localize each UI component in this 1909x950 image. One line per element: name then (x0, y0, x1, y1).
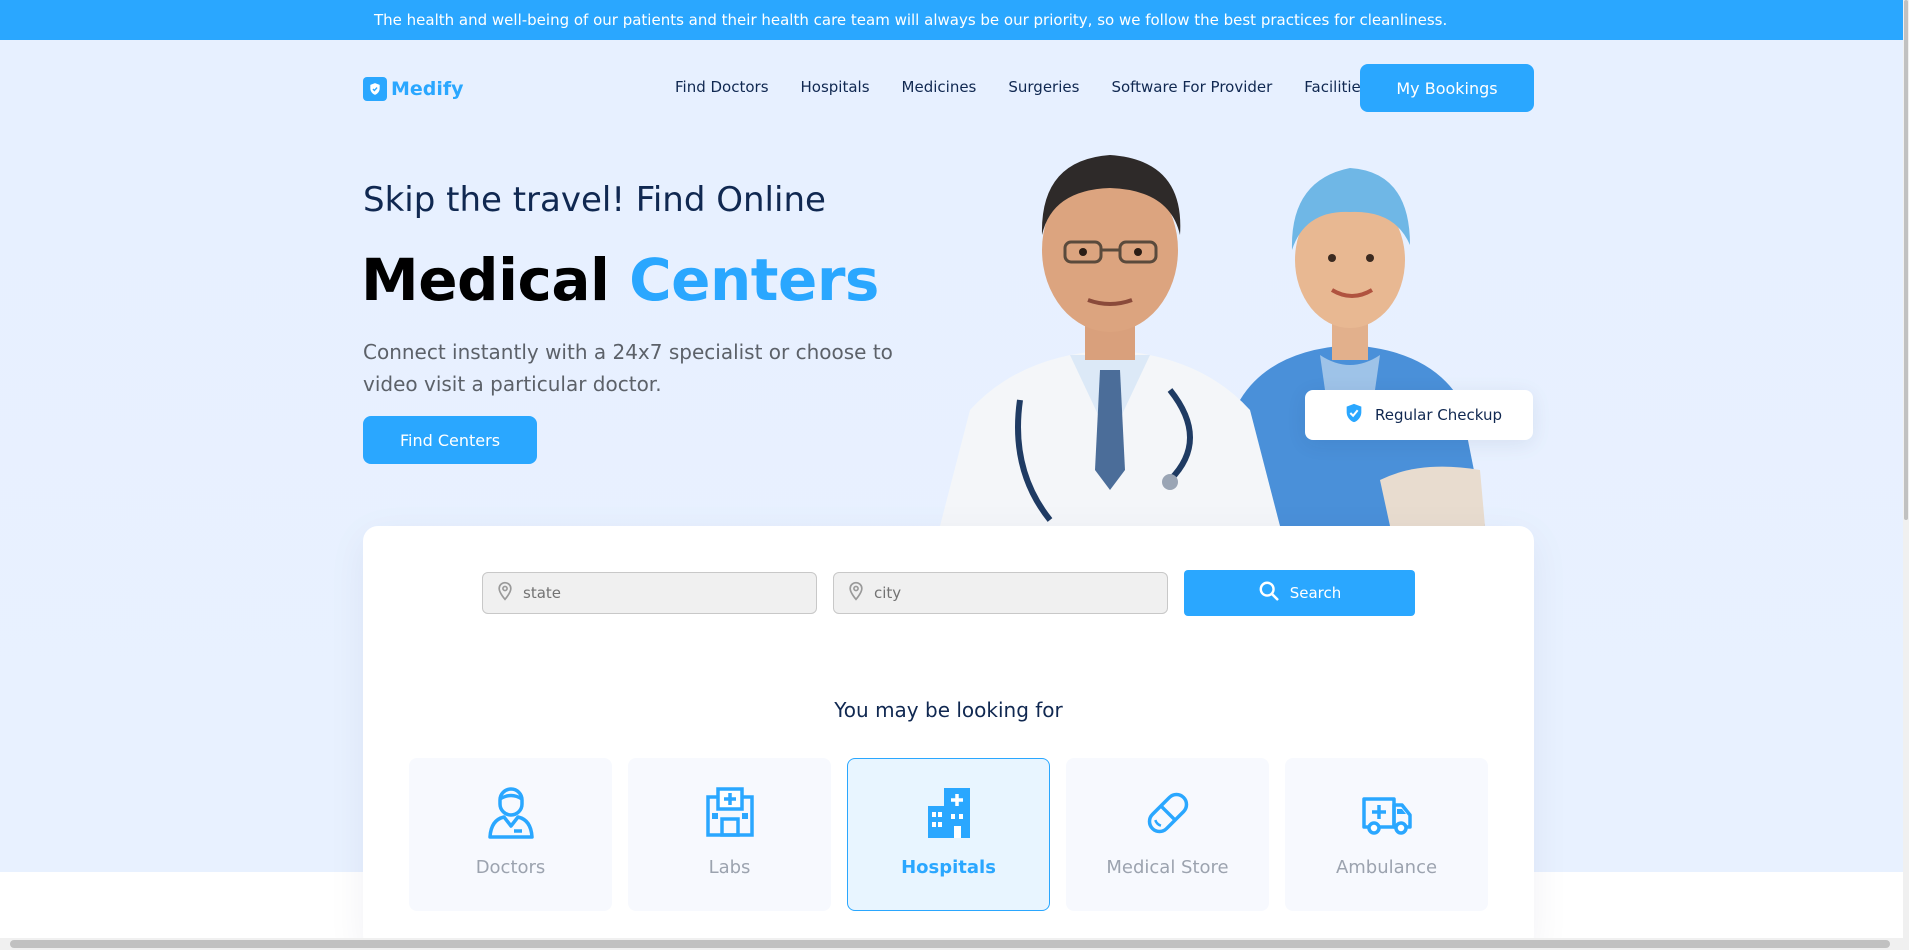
search-card: Search You may be looking for Doctors La… (363, 526, 1534, 950)
nav-facilities[interactable]: Facilities (1304, 78, 1368, 96)
vertical-scrollbar-thumb[interactable] (1904, 0, 1908, 520)
doctor-icon (486, 785, 536, 841)
state-input[interactable] (523, 584, 793, 602)
nav-software-for-provider[interactable]: Software For Provider (1111, 78, 1272, 96)
category-label: Labs (708, 857, 751, 878)
category-medical-store[interactable]: Medical Store (1066, 758, 1269, 911)
hero-title: Medical Centers (361, 246, 879, 314)
lab-icon (704, 785, 756, 841)
category-label: Medical Store (1106, 857, 1229, 878)
city-field[interactable] (833, 572, 1168, 614)
search-button[interactable]: Search (1184, 570, 1415, 616)
doctors-illustration (940, 155, 1485, 526)
category-label: Ambulance (1335, 857, 1438, 878)
shield-check-icon (363, 77, 387, 101)
category-labs[interactable]: Labs (628, 758, 831, 911)
nav-medicines[interactable]: Medicines (902, 78, 977, 96)
search-icon (1258, 580, 1280, 606)
search-button-label: Search (1289, 584, 1342, 602)
logo[interactable]: Medify (363, 77, 464, 101)
find-centers-button[interactable]: Find Centers (363, 416, 537, 464)
regular-checkup-badge: Regular Checkup (1305, 390, 1533, 440)
announcement-text: The health and well-being of our patient… (374, 11, 1448, 29)
category-ambulance[interactable]: Ambulance (1285, 758, 1488, 911)
category-hospitals[interactable]: Hospitals (847, 758, 1050, 911)
location-pin-icon (495, 581, 515, 605)
verified-shield-icon (1343, 402, 1365, 428)
nav-find-doctors[interactable]: Find Doctors (675, 78, 769, 96)
category-doctors[interactable]: Doctors (409, 758, 612, 911)
hero-title-main: Medical (361, 246, 610, 314)
doctor-figure (940, 155, 1280, 526)
hero-title-accent: Centers (629, 246, 879, 314)
location-pin-icon (846, 581, 866, 605)
city-input[interactable] (874, 584, 1144, 602)
category-label: Hospitals (901, 857, 996, 878)
nav-surgeries[interactable]: Surgeries (1008, 78, 1079, 96)
hospital-icon (924, 785, 974, 841)
horizontal-scrollbar-thumb[interactable] (10, 940, 1890, 948)
hero-subtitle: Skip the travel! Find Online (363, 180, 826, 220)
category-list: Doctors Labs Hospitals Medical Store Amb… (409, 758, 1488, 911)
announcement-bar: The health and well-being of our patient… (0, 0, 1903, 40)
nav-links: Find Doctors Hospitals Medicines Surgeri… (675, 78, 1369, 96)
navbar: Medify Find Doctors Hospitals Medicines … (0, 40, 1903, 136)
ambulance-icon (1361, 785, 1413, 841)
state-field[interactable] (482, 572, 817, 614)
looking-for-heading: You may be looking for (834, 698, 1063, 722)
logo-text: Medify (391, 78, 464, 100)
nav-hospitals[interactable]: Hospitals (801, 78, 870, 96)
category-label: Doctors (475, 857, 546, 878)
hero-description: Connect instantly with a 24x7 specialist… (363, 340, 893, 396)
my-bookings-button[interactable]: My Bookings (1360, 64, 1534, 112)
capsule-icon (1142, 785, 1194, 841)
checkup-label: Regular Checkup (1375, 406, 1503, 424)
